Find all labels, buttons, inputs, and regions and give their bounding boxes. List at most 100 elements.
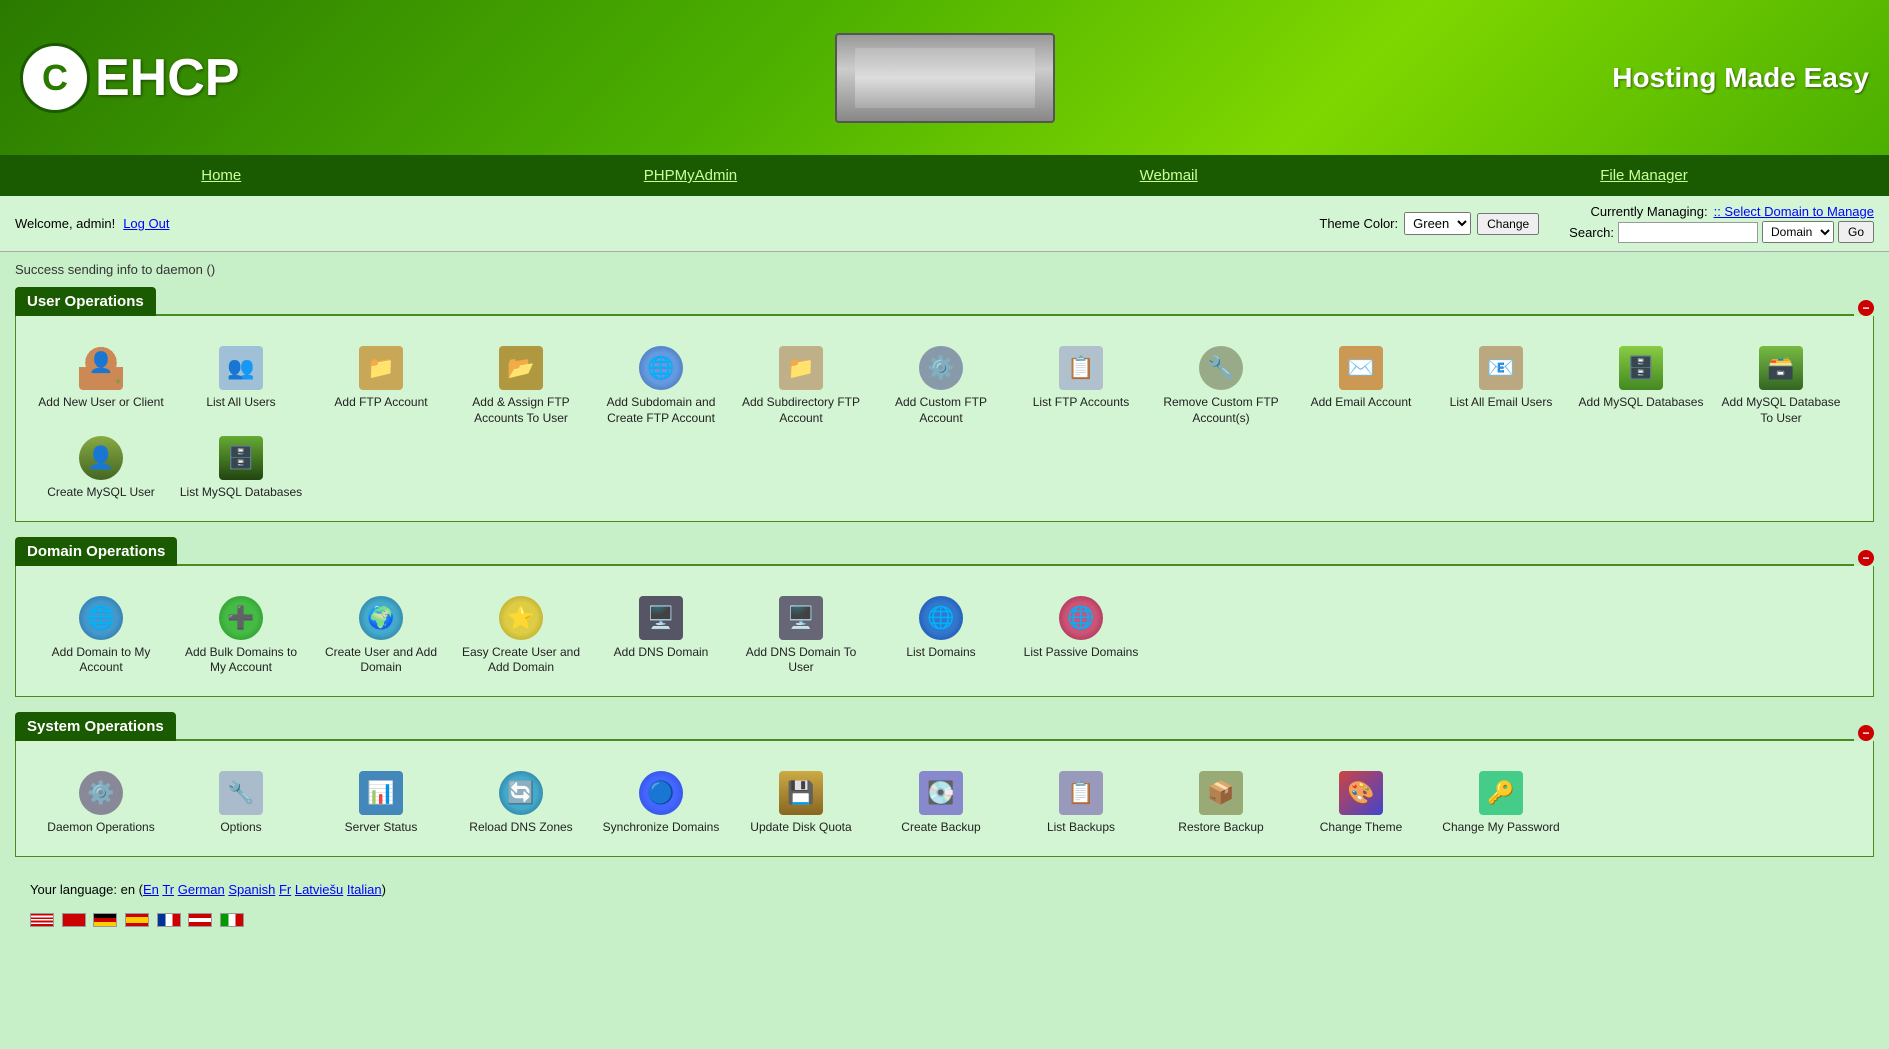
user-operations-header-row: User Operations − xyxy=(15,287,1874,316)
restore-backup-item[interactable]: 📦 Restore Backup xyxy=(1156,771,1286,836)
flag-fr xyxy=(157,913,181,927)
nav-home[interactable]: Home xyxy=(161,155,281,196)
list-domains-item[interactable]: 🌐 List Domains xyxy=(876,596,1006,676)
welcome-bar: Welcome, admin! Log Out Theme Color: Gre… xyxy=(0,196,1889,252)
lang-fr[interactable]: Fr xyxy=(279,882,291,897)
add-mysql-db-user-item[interactable]: 🗃️ Add MySQL Database To User xyxy=(1716,346,1846,426)
search-input[interactable] xyxy=(1618,222,1758,243)
add-domain-label: Add Domain to My Account xyxy=(36,645,166,676)
list-backups-label: List Backups xyxy=(1047,820,1115,836)
lang-spanish[interactable]: Spanish xyxy=(228,882,275,897)
add-ftp-account-item[interactable]: 📁 Add FTP Account xyxy=(316,346,446,426)
logout-link[interactable]: Log Out xyxy=(123,216,169,231)
add-custom-ftp-label: Add Custom FTP Account xyxy=(876,395,1006,426)
add-new-user-label: Add New User or Client xyxy=(38,395,163,411)
easy-create-user-item[interactable]: ⭐ Easy Create User and Add Domain xyxy=(456,596,586,676)
list-mysql-db-item[interactable]: 🗄️ List MySQL Databases xyxy=(176,436,306,501)
list-email-users-item[interactable]: 📧 List All Email Users xyxy=(1436,346,1566,426)
select-domain-link[interactable]: :: Select Domain to Manage xyxy=(1714,204,1874,219)
change-theme-item[interactable]: 🎨 Change Theme xyxy=(1296,771,1426,836)
lang-en[interactable]: En xyxy=(143,882,159,897)
add-assign-ftp-item[interactable]: 📂 Add & Assign FTP Accounts To User xyxy=(456,346,586,426)
system-operations-collapse[interactable]: − xyxy=(1858,725,1874,741)
add-mysql-db-item[interactable]: 🗄️ Add MySQL Databases xyxy=(1576,346,1706,426)
add-ftp-label: Add FTP Account xyxy=(334,395,427,411)
add-email-account-item[interactable]: ✉️ Add Email Account xyxy=(1296,346,1426,426)
list-domains-label: List Domains xyxy=(906,645,975,661)
reload-dns-item[interactable]: 🔄 Reload DNS Zones xyxy=(456,771,586,836)
reload-dns-icon: 🔄 xyxy=(499,771,543,815)
change-password-item[interactable]: 🔑 Change My Password xyxy=(1436,771,1566,836)
create-mysql-user-item[interactable]: 👤 Create MySQL User xyxy=(36,436,166,501)
theme-select[interactable]: Green xyxy=(1404,212,1471,235)
add-bulk-domains-item[interactable]: ➕ Add Bulk Domains to My Account xyxy=(176,596,306,676)
list-mysql-icon: 🗄️ xyxy=(219,436,263,480)
change-password-icon: 🔑 xyxy=(1479,771,1523,815)
tagline: Hosting Made Easy xyxy=(1612,62,1869,94)
domain-operations-header: Domain Operations xyxy=(15,537,177,566)
add-bulk-domains-icon: ➕ xyxy=(219,596,263,640)
server-status-item[interactable]: 📊 Server Status xyxy=(316,771,446,836)
list-mysql-label: List MySQL Databases xyxy=(180,485,302,501)
list-backups-item[interactable]: 📋 List Backups xyxy=(1016,771,1146,836)
update-disk-quota-item[interactable]: 💾 Update Disk Quota xyxy=(736,771,866,836)
add-assign-ftp-icon: 📂 xyxy=(499,346,543,390)
update-disk-label: Update Disk Quota xyxy=(750,820,851,836)
nav-phpmyadmin[interactable]: PHPMyAdmin xyxy=(604,155,777,196)
add-domain-account-item[interactable]: 🌐 Add Domain to My Account xyxy=(36,596,166,676)
language-bar: Your language: en (En Tr German Spanish … xyxy=(15,872,1874,938)
add-subdir-ftp-item[interactable]: 📁 Add Subdirectory FTP Account xyxy=(736,346,866,426)
add-subdomain-ftp-label: Add Subdomain and Create FTP Account xyxy=(596,395,726,426)
lang-german[interactable]: German xyxy=(178,882,225,897)
list-ftp-accounts-item[interactable]: 📋 List FTP Accounts xyxy=(1016,346,1146,426)
add-subdir-ftp-icon: 📁 xyxy=(779,346,823,390)
create-user-domain-icon: 🌍 xyxy=(359,596,403,640)
system-operations-grid: ⚙️ Daemon Operations 🔧 Options 📊 Server … xyxy=(31,756,1858,841)
search-go-button[interactable]: Go xyxy=(1838,221,1874,243)
add-dns-domain-item[interactable]: 🖥️ Add DNS Domain xyxy=(596,596,726,676)
change-theme-label: Change Theme xyxy=(1320,820,1403,836)
add-ftp-icon: 📁 xyxy=(359,346,403,390)
restore-backup-label: Restore Backup xyxy=(1178,820,1263,836)
create-user-domain-label: Create User and Add Domain xyxy=(316,645,446,676)
list-ftp-label: List FTP Accounts xyxy=(1033,395,1130,411)
list-backups-icon: 📋 xyxy=(1059,771,1103,815)
reload-dns-label: Reload DNS Zones xyxy=(469,820,572,836)
daemon-operations-item[interactable]: ⚙️ Daemon Operations xyxy=(36,771,166,836)
add-dns-label: Add DNS Domain xyxy=(614,645,709,661)
create-backup-item[interactable]: 💽 Create Backup xyxy=(876,771,1006,836)
lang-tr[interactable]: Tr xyxy=(162,882,174,897)
server-image xyxy=(835,33,1055,123)
list-all-users-icon: 👥 xyxy=(219,346,263,390)
domain-operations-container: 🌐 Add Domain to My Account ➕ Add Bulk Do… xyxy=(15,566,1874,697)
flag-lv xyxy=(188,913,212,927)
user-operations-header: User Operations xyxy=(15,287,156,316)
user-operations-collapse[interactable]: − xyxy=(1858,300,1874,316)
create-user-add-domain-item[interactable]: 🌍 Create User and Add Domain xyxy=(316,596,446,676)
add-subdomain-ftp-item[interactable]: 🌐 Add Subdomain and Create FTP Account xyxy=(596,346,726,426)
list-passive-icon: 🌐 xyxy=(1059,596,1103,640)
lang-italian[interactable]: Italian xyxy=(347,882,382,897)
synchronize-domains-item[interactable]: 🔵 Synchronize Domains xyxy=(596,771,726,836)
list-all-users-item[interactable]: 👥 List All Users xyxy=(176,346,306,426)
user-operations-section: User Operations − 👤 + Add New User or Cl… xyxy=(15,287,1874,522)
easy-create-label: Easy Create User and Add Domain xyxy=(456,645,586,676)
list-passive-domains-item[interactable]: 🌐 List Passive Domains xyxy=(1016,596,1146,676)
options-item[interactable]: 🔧 Options xyxy=(176,771,306,836)
add-custom-ftp-item[interactable]: ⚙️ Add Custom FTP Account xyxy=(876,346,1006,426)
domain-operations-collapse[interactable]: − xyxy=(1858,550,1874,566)
list-ftp-icon: 📋 xyxy=(1059,346,1103,390)
theme-change-button[interactable]: Change xyxy=(1477,213,1539,235)
add-dns-domain-user-item[interactable]: 🖥️ Add DNS Domain To User xyxy=(736,596,866,676)
restore-backup-icon: 📦 xyxy=(1199,771,1243,815)
change-password-label: Change My Password xyxy=(1442,820,1559,836)
lang-latviesu[interactable]: Latviešu xyxy=(295,882,343,897)
remove-custom-ftp-item[interactable]: 🔧 Remove Custom FTP Account(s) xyxy=(1156,346,1286,426)
synchronize-icon: 🔵 xyxy=(639,771,683,815)
add-subdir-ftp-label: Add Subdirectory FTP Account xyxy=(736,395,866,426)
nav-filemanager[interactable]: File Manager xyxy=(1560,155,1728,196)
nav-webmail[interactable]: Webmail xyxy=(1100,155,1238,196)
flag-de xyxy=(93,913,117,927)
add-new-user-item[interactable]: 👤 + Add New User or Client xyxy=(36,346,166,426)
search-type-select[interactable]: Domain xyxy=(1762,221,1834,243)
